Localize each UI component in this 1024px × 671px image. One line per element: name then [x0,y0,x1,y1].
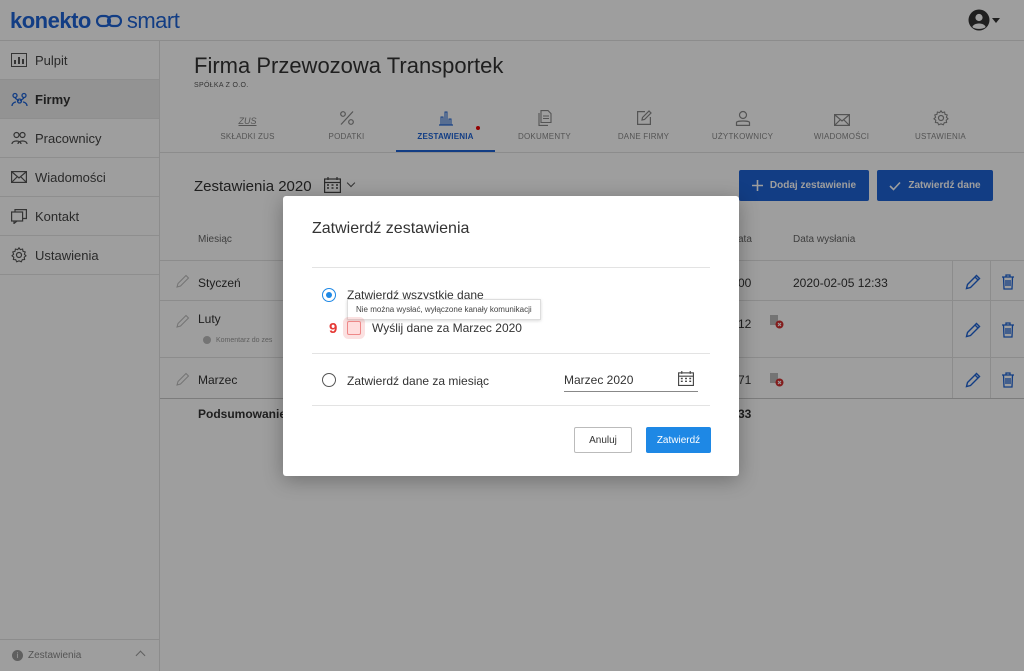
send-data-label: Wyślij dane za Marzec 2020 [372,321,522,335]
disabled-channels-tooltip: Nie można wysłać, wyłączone kanały komun… [347,299,541,320]
step-marker: 9 [329,320,338,337]
calendar-icon[interactable] [678,371,694,391]
confirm-statements-dialog: Zatwierdź zestawienia Zatwierdź wszystki… [283,196,739,476]
dialog-title: Zatwierdź zestawienia [312,220,470,237]
dialog-divider [312,405,710,406]
confirm-all-radio[interactable] [322,288,336,302]
month-picker-value: Marzec 2020 [564,373,634,387]
confirm-month-radio[interactable] [322,373,336,387]
dialog-divider [312,267,710,268]
confirm-month-label: Zatwierdź dane za miesiąc [347,374,490,388]
dialog-divider [312,353,710,354]
confirm-button[interactable]: Zatwierdź [646,427,711,453]
cancel-button[interactable]: Anuluj [574,427,632,453]
send-data-checkbox[interactable] [347,321,361,335]
month-picker-input[interactable]: Marzec 2020 [564,369,698,392]
